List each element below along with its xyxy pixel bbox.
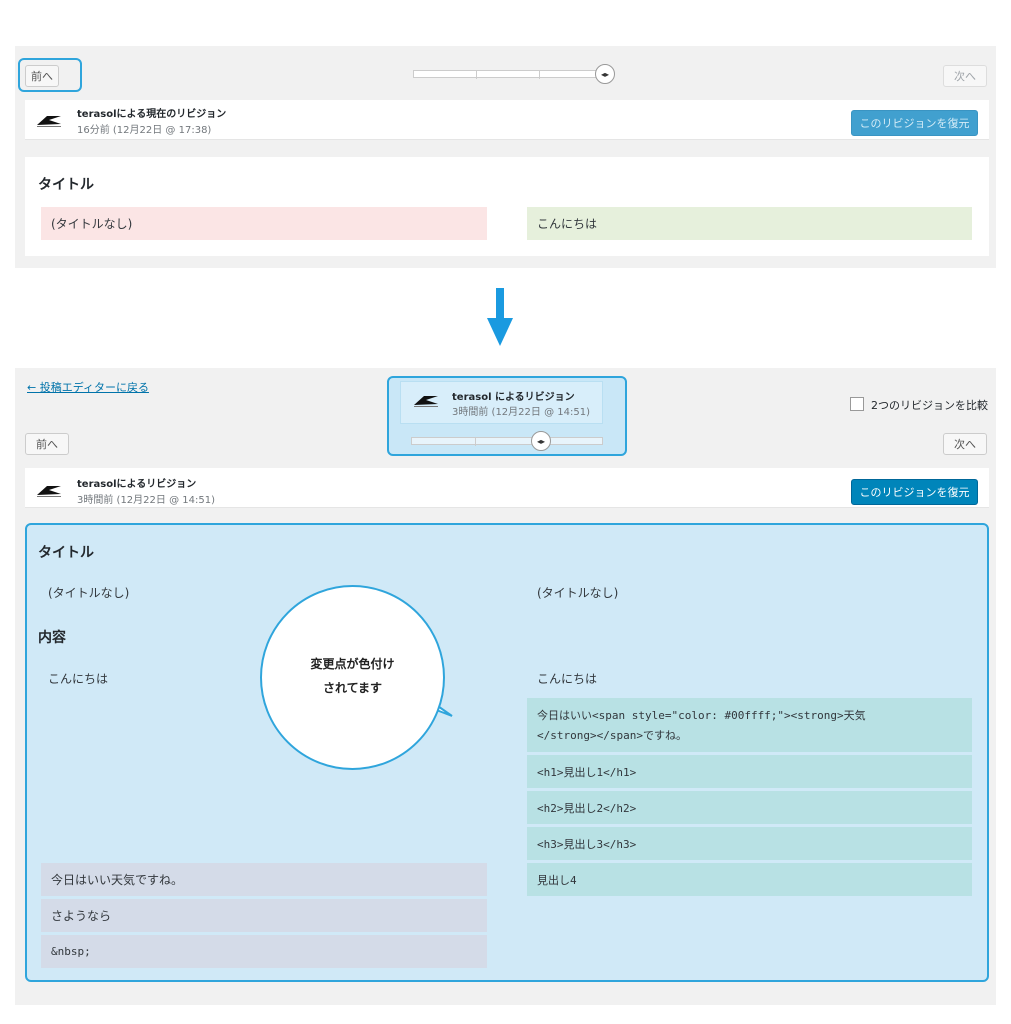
- restore-revision-button[interactable]: このリビジョンを復元: [851, 479, 978, 505]
- deleted-title-cell: (タイトルなし): [41, 207, 487, 240]
- next-button[interactable]: 次へ: [943, 433, 987, 455]
- terasol-logo-icon: [414, 396, 438, 407]
- back-to-editor-link[interactable]: ← 投稿エディターに戻る: [27, 379, 149, 395]
- inserted-row: <h3>見出し3</h3>: [527, 827, 972, 860]
- slider-tick: [476, 71, 477, 79]
- deleted-row: &nbsp;: [41, 935, 487, 968]
- slider-handle[interactable]: ◂▸: [595, 64, 615, 84]
- next-button[interactable]: 次へ: [943, 65, 987, 87]
- inserted-row: <h2>見出し2</h2>: [527, 791, 972, 824]
- revision-time: 3時間前 (12月22日 @ 14:51): [77, 495, 215, 506]
- revision-slider[interactable]: [413, 70, 605, 79]
- down-arrow-icon: [487, 288, 513, 346]
- compare-two-revisions-label[interactable]: 2つのリビジョンを比較: [871, 397, 988, 413]
- revision-author: terasolによる現在のリビジョン: [77, 109, 227, 120]
- terasol-logo-icon: [37, 116, 61, 127]
- deleted-row: さようなら: [41, 899, 487, 932]
- revision-slider[interactable]: [411, 437, 603, 446]
- field-title-heading: タイトル: [38, 177, 94, 193]
- content-right-cell: こんにちは: [537, 671, 598, 686]
- title-left-cell: (タイトルなし): [48, 585, 130, 600]
- title-right-cell: (タイトルなし): [537, 585, 619, 600]
- slider-tick: [475, 438, 476, 446]
- revision-author: terasolによるリビジョン: [77, 479, 197, 490]
- restore-revision-button[interactable]: このリビジョンを復元: [851, 110, 978, 136]
- inserted-line: </strong></span>ですね。: [537, 729, 687, 742]
- inserted-row: <h1>見出し1</h1>: [527, 755, 972, 788]
- checkbox-icon[interactable]: [850, 397, 864, 411]
- tooltip-time: 3時間前 (12月22日 @ 14:51): [452, 407, 590, 418]
- deleted-row: 今日はいい天気ですね。: [41, 863, 487, 896]
- inserted-row: 今日はいい<span style="color: #00ffff;"><stro…: [527, 698, 972, 752]
- inserted-title-cell: こんにちは: [527, 207, 972, 240]
- slider-tick: [539, 71, 540, 79]
- callout-text: 変更点が色付け されてます: [310, 657, 395, 695]
- slider-handle[interactable]: ◂▸: [531, 431, 551, 451]
- field-title-heading: タイトル: [38, 545, 94, 561]
- terasol-logo-icon: [37, 486, 61, 497]
- revision-time: 16分前 (12月22日 @ 17:38): [77, 125, 212, 136]
- prev-button[interactable]: 前へ: [25, 433, 69, 455]
- inserted-line: 今日はいい<span style="color: #00ffff;"><stro…: [537, 709, 866, 722]
- inserted-row: 見出し4: [527, 863, 972, 896]
- field-content-heading: 内容: [38, 630, 66, 646]
- prev-button[interactable]: 前へ: [25, 65, 59, 87]
- tooltip-author: terasol によるリビジョン: [452, 392, 575, 403]
